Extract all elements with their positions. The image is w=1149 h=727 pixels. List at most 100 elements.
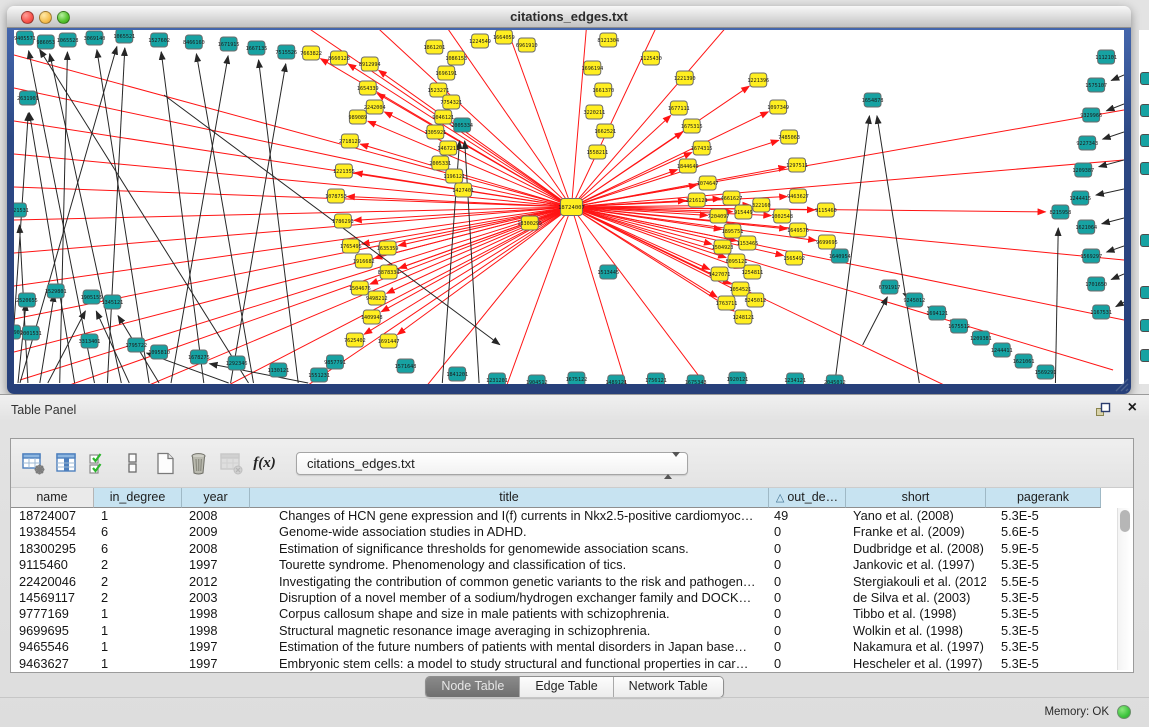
table-cell[interactable]: 0 <box>769 623 846 639</box>
table-cell[interactable]: 5.3E-5 <box>986 656 1101 672</box>
table-cell[interactable]: Estimation of the future numbers of pati… <box>250 639 769 655</box>
table-row[interactable]: 1938455462009Genome-wide association stu… <box>11 524 1116 540</box>
column-header-year[interactable]: year <box>182 488 250 508</box>
table-row[interactable]: 911546021997Tourette syndrome. Phenomeno… <box>11 557 1116 573</box>
create-column-icon[interactable] <box>152 450 179 477</box>
function-builder-icon[interactable]: f(x) <box>251 450 278 477</box>
network-canvas[interactable]: 7663822866012889129941654339224200498908… <box>14 30 1124 384</box>
table-cell[interactable]: 5.3E-5 <box>986 623 1101 639</box>
table-cell[interactable]: 6 <box>94 524 182 540</box>
float-panel-icon[interactable] <box>1095 402 1111 418</box>
table-cell[interactable]: 18724007 <box>11 508 94 524</box>
table-cell[interactable]: 0 <box>769 606 846 622</box>
table-scrollbar[interactable] <box>1117 508 1131 670</box>
column-header-name[interactable]: name <box>11 488 94 508</box>
table-cell[interactable]: Jankovic et al. (1997) <box>846 557 986 573</box>
table-cell[interactable]: Structural magnetic resonance image aver… <box>250 623 769 639</box>
table-cell[interactable]: Genome-wide association studies in ADHD. <box>250 524 769 540</box>
table-cell[interactable]: 1 <box>94 656 182 672</box>
window-titlebar[interactable]: citations_edges.txt <box>7 6 1131 28</box>
table-row[interactable]: 1456911722003Disruption of a novel membe… <box>11 590 1116 606</box>
table-cell[interactable]: Changes of HCN gene expression and I(f) … <box>250 508 769 524</box>
table-cell[interactable]: 0 <box>769 639 846 655</box>
table-cell[interactable]: 1998 <box>182 606 250 622</box>
table-row[interactable]: 969969511998Structural magnetic resonanc… <box>11 623 1116 639</box>
resize-grip-icon[interactable] <box>1113 376 1129 392</box>
table-cell[interactable]: 5.9E-5 <box>986 541 1101 557</box>
table-row[interactable]: 946554611997Estimation of the future num… <box>11 639 1116 655</box>
table-cell[interactable]: 5.3E-5 <box>986 606 1101 622</box>
column-header-pagerank[interactable]: pagerank <box>986 488 1101 508</box>
table-cell[interactable]: 2008 <box>182 508 250 524</box>
change-table-mode-icon[interactable] <box>20 450 47 477</box>
table-scrollbar-thumb[interactable] <box>1120 510 1130 532</box>
table-cell[interactable]: de Silva et al. (2003) <box>846 590 986 606</box>
table-cell[interactable]: Stergiakouli et al. (2012) <box>846 574 986 590</box>
table-cell[interactable]: 1997 <box>182 656 250 672</box>
table-cell[interactable]: Yano et al. (2008) <box>846 508 986 524</box>
table-cell[interactable]: Tibbo et al. (1998) <box>846 606 986 622</box>
table-cell[interactable]: 9115460 <box>11 557 94 573</box>
table-cell[interactable]: 6 <box>94 541 182 557</box>
column-header-out_de[interactable]: △out_de… <box>769 488 846 508</box>
table-cell[interactable]: 9699695 <box>11 623 94 639</box>
table-cell[interactable]: 5.3E-5 <box>986 639 1101 655</box>
table-row[interactable]: 977716911998Corpus callosum shape and si… <box>11 606 1116 622</box>
table-cell[interactable]: 0 <box>769 524 846 540</box>
table-row[interactable]: 1830029562008Estimation of significance … <box>11 541 1116 557</box>
show-columns-checklist-icon[interactable] <box>86 450 113 477</box>
table-cell[interactable]: Wolkin et al. (1998) <box>846 623 986 639</box>
column-header-title[interactable]: title <box>250 488 769 508</box>
table-cell[interactable]: Estimation of significance thresholds fo… <box>250 541 769 557</box>
table-cell[interactable]: Investigating the contribution of common… <box>250 574 769 590</box>
row-height-icon[interactable] <box>119 450 146 477</box>
table-cell[interactable]: 0 <box>769 574 846 590</box>
column-header-in_degree[interactable]: in_degree <box>94 488 182 508</box>
table-row[interactable]: 946362711997Embryonic stem cells: a mode… <box>11 656 1116 672</box>
table-cell[interactable]: Embryonic stem cells: a model to study s… <box>250 656 769 672</box>
tab-network-table[interactable]: Network Table <box>613 677 723 697</box>
table-cell[interactable]: 2 <box>94 574 182 590</box>
table-row[interactable]: 2242004622012Investigating the contribut… <box>11 574 1116 590</box>
table-row[interactable]: 1872400712008Changes of HCN gene express… <box>11 508 1116 524</box>
table-cell[interactable]: 2 <box>94 557 182 573</box>
table-cell[interactable]: 0 <box>769 590 846 606</box>
table-cell[interactable]: 2003 <box>182 590 250 606</box>
table-cell[interactable]: 18300295 <box>11 541 94 557</box>
table-cell[interactable]: 5.3E-5 <box>986 590 1101 606</box>
table-cell[interactable]: 14569117 <box>11 590 94 606</box>
table-cell[interactable]: 1 <box>94 606 182 622</box>
table-cell[interactable]: 1 <box>94 623 182 639</box>
table-cell[interactable]: 2009 <box>182 524 250 540</box>
table-cell[interactable]: 19384554 <box>11 524 94 540</box>
table-cell[interactable]: 9777169 <box>11 606 94 622</box>
table-cell[interactable]: Dudbridge et al. (2008) <box>846 541 986 557</box>
table-cell[interactable]: Franke et al. (2009) <box>846 524 986 540</box>
table-cell[interactable]: 1998 <box>182 623 250 639</box>
table-cell[interactable]: 1997 <box>182 557 250 573</box>
table-selector-dropdown[interactable]: citations_edges.txt <box>296 452 688 475</box>
table-cell[interactable]: 1 <box>94 639 182 655</box>
table-cell[interactable]: 5.3E-5 <box>986 557 1101 573</box>
table-cell[interactable]: Tourette syndrome. Phenomenology and cla… <box>250 557 769 573</box>
close-panel-icon[interactable]: × <box>1128 399 1137 417</box>
table-cell[interactable]: 2012 <box>182 574 250 590</box>
table-cell[interactable]: 5.3E-5 <box>986 508 1101 524</box>
table-cell[interactable]: 1997 <box>182 639 250 655</box>
table-cell[interactable]: Nakamura et al. (1997) <box>846 639 986 655</box>
table-cell[interactable]: Hescheler et al. (1997) <box>846 656 986 672</box>
table-cell[interactable]: Disruption of a novel member of a sodium… <box>250 590 769 606</box>
table-cell[interactable]: 9465546 <box>11 639 94 655</box>
table-cell[interactable]: 0 <box>769 541 846 557</box>
table-cell[interactable]: 49 <box>769 508 846 524</box>
tab-node-table[interactable]: Node Table <box>426 677 519 697</box>
table-cell[interactable]: 5.5E-5 <box>986 574 1101 590</box>
table-cell[interactable]: 22420046 <box>11 574 94 590</box>
table-cell[interactable]: 5.6E-5 <box>986 524 1101 540</box>
table-cell[interactable]: Corpus callosum shape and size in male p… <box>250 606 769 622</box>
column-header-short[interactable]: short <box>846 488 986 508</box>
table-cell[interactable]: 0 <box>769 656 846 672</box>
table-cell[interactable]: 0 <box>769 557 846 573</box>
tab-edge-table[interactable]: Edge Table <box>519 677 612 697</box>
table-cell[interactable]: 2 <box>94 590 182 606</box>
